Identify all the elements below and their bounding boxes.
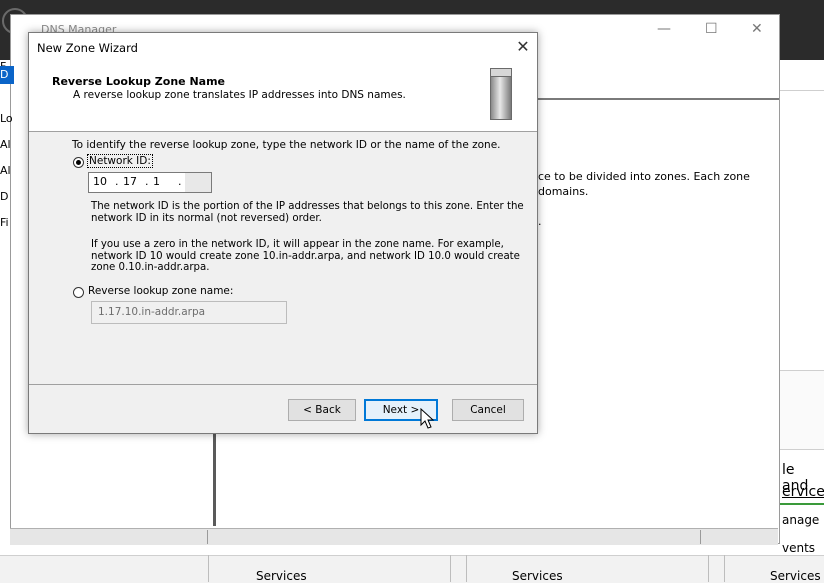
octet-dot: . xyxy=(145,175,149,188)
services-label[interactable]: Services xyxy=(512,569,563,583)
server-icon-top xyxy=(490,68,512,77)
reverse-zone-name-value: 1.17.10.in-addr.arpa xyxy=(98,306,206,318)
back-button[interactable]: < Back xyxy=(288,399,356,421)
status-bar xyxy=(10,528,778,545)
sidebar-item[interactable]: D xyxy=(0,190,8,203)
close-icon[interactable]: ✕ xyxy=(751,21,763,37)
reverse-zone-name-radio[interactable] xyxy=(73,287,84,298)
wizard-title: New Zone Wizard xyxy=(37,41,138,55)
content-text: domains. xyxy=(538,185,589,198)
sidebar-item[interactable]: Lo xyxy=(0,112,13,125)
status-indicator xyxy=(780,503,824,505)
octet-dot: . xyxy=(178,175,182,188)
status-bar-divider xyxy=(207,530,208,544)
status-bar-divider xyxy=(700,530,701,544)
services-label[interactable]: Services xyxy=(256,569,307,583)
network-id-label[interactable]: Network ID: xyxy=(87,154,153,168)
wizard-separator xyxy=(29,384,537,385)
divider xyxy=(780,90,824,91)
panel-text[interactable]: anage xyxy=(782,513,819,527)
network-id-octet2[interactable]: 17 xyxy=(123,175,137,188)
wizard-titlebar[interactable]: New Zone Wizard ✕ xyxy=(29,33,537,63)
sidebar-item[interactable]: Al xyxy=(0,164,11,177)
network-id-octet1[interactable]: 10 xyxy=(93,175,107,188)
panel-link[interactable]: ervices xyxy=(782,484,824,500)
octet-dot: . xyxy=(115,175,119,188)
network-id-octet4-disabled xyxy=(185,173,211,192)
network-id-radio[interactable] xyxy=(73,157,84,168)
divider xyxy=(466,555,467,582)
minimize-icon[interactable]: — xyxy=(657,21,671,37)
services-label[interactable]: Services xyxy=(770,569,821,583)
sidebar-item[interactable]: Fi xyxy=(0,216,9,229)
sidebar-item-selected[interactable]: D xyxy=(0,66,14,84)
panel-text[interactable]: vents xyxy=(782,541,815,555)
cancel-button[interactable]: Cancel xyxy=(452,399,524,421)
maximize-icon[interactable]: ☐ xyxy=(705,21,718,37)
reverse-zone-name-label[interactable]: Reverse lookup zone name: xyxy=(88,285,233,297)
network-id-help: The network ID is the portion of the IP … xyxy=(91,201,524,224)
divider xyxy=(208,555,209,582)
divider xyxy=(708,555,709,582)
content-text: . xyxy=(538,215,542,228)
wizard-page-title: Reverse Lookup Zone Name xyxy=(52,75,226,88)
panel-box xyxy=(780,370,824,450)
divider xyxy=(724,555,725,582)
content-text: ce to be divided into zones. Each zone xyxy=(538,170,750,183)
network-id-octet3[interactable]: 1 xyxy=(153,175,160,188)
mouse-cursor-icon xyxy=(420,408,435,429)
divider xyxy=(450,555,451,582)
zero-help: If you use a zero in the network ID, it … xyxy=(91,239,520,273)
wizard-intro: To identify the reverse lookup zone, typ… xyxy=(72,139,501,151)
close-icon[interactable]: ✕ xyxy=(513,37,533,56)
wizard-page-subtitle: A reverse lookup zone translates IP addr… xyxy=(73,89,406,101)
sidebar-item[interactable]: Al xyxy=(0,138,11,151)
services-band xyxy=(0,555,824,583)
